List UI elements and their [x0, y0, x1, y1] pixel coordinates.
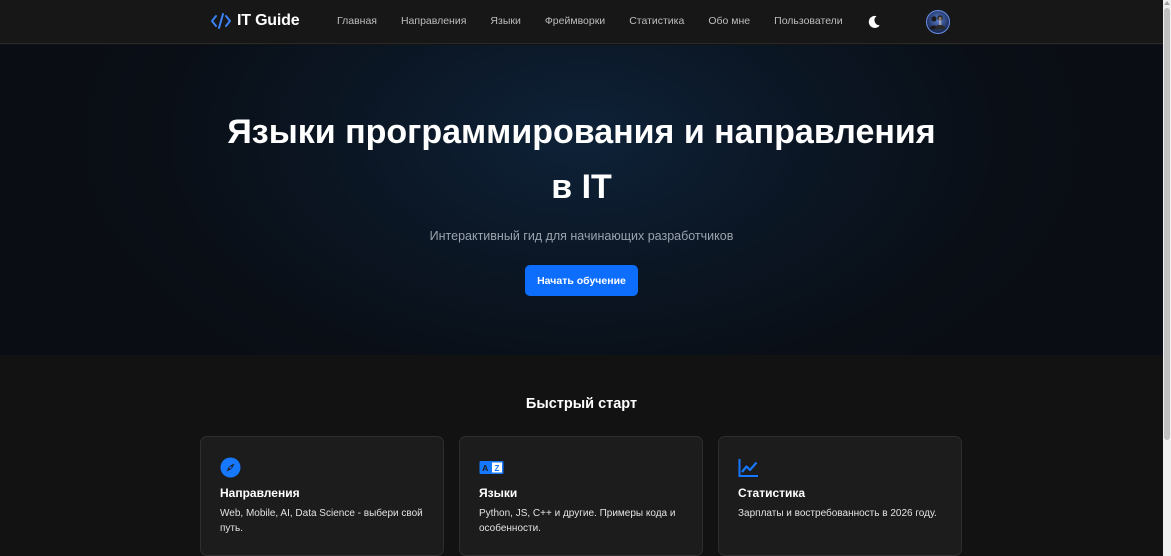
nav-link-frameworks[interactable]: Фреймворки	[545, 15, 605, 27]
nav-link-languages[interactable]: Языки	[490, 15, 520, 27]
card-text: Web, Mobile, AI, Data Science - выбери с…	[220, 508, 423, 534]
nav-link-users[interactable]: Пользователи	[774, 15, 843, 27]
card-statistics[interactable]: Статистика Зарплаты и востребованность в…	[718, 436, 962, 556]
hero-subtitle: Интерактивный гид для начинающих разрабо…	[429, 229, 734, 243]
nav-links: Главная Направления Языки Фреймворки Ста…	[337, 15, 843, 27]
user-avatar[interactable]	[926, 10, 950, 34]
card-title: Статистика	[738, 486, 806, 500]
scroll-up-arrow-icon[interactable]	[1164, 1, 1170, 5]
nav-link-directions[interactable]: Направления	[401, 15, 466, 27]
hero-section: Языки программирования и направления в I…	[0, 45, 1163, 355]
hero-title-line1: Языки программирования и направления	[227, 113, 936, 151]
moon-icon[interactable]	[866, 14, 882, 30]
scrollbar-thumb[interactable]	[1164, 8, 1170, 440]
hero-title-line2: в IT	[551, 168, 612, 206]
code-icon	[211, 13, 231, 29]
card-directions[interactable]: Направления Web, Mobile, AI, Data Scienc…	[200, 436, 444, 556]
card-title: Языки	[479, 486, 518, 500]
hero-title: Языки программирования и направления в I…	[200, 105, 963, 215]
card-text: Python, JS, C++ и другие. Примеры кода и…	[479, 508, 676, 534]
svg-text:A: A	[482, 463, 488, 473]
chart-line-icon	[738, 459, 758, 477]
nav-link-home[interactable]: Главная	[337, 15, 377, 27]
quickstart-title: Быстрый старт	[525, 396, 638, 412]
brand-logo[interactable]: IT Guide	[211, 12, 300, 30]
start-learning-button[interactable]: Начать обучение	[525, 265, 638, 296]
brand-name: IT Guide	[237, 12, 300, 29]
avatar-image	[929, 15, 946, 30]
translate-icon: A Z	[479, 461, 504, 474]
card-title: Направления	[220, 486, 300, 500]
nav-link-about[interactable]: Обо мне	[708, 15, 750, 27]
card-languages[interactable]: A Z Языки Python, JS, C++ и другие. Прим…	[459, 436, 703, 556]
svg-text:Z: Z	[495, 464, 500, 473]
compass-icon	[220, 457, 241, 478]
nav-link-statistics[interactable]: Статистика	[629, 15, 684, 27]
top-navbar: IT Guide Главная Направления Языки Фрейм…	[0, 0, 1163, 44]
card-text: Зарплаты и востребованность в 2026 году.	[738, 508, 937, 519]
